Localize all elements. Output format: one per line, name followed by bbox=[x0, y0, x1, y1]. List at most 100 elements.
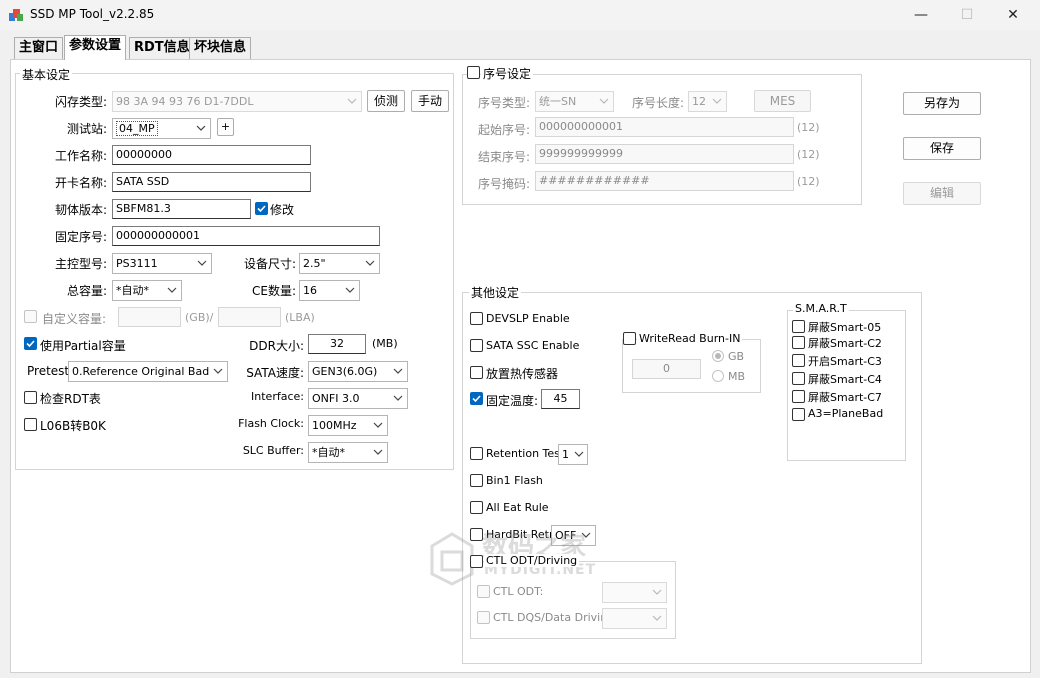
station-label: 测试站: bbox=[66, 122, 107, 136]
chevron-down-icon bbox=[167, 287, 177, 293]
chevron-down-icon bbox=[574, 451, 584, 457]
smart-05-checkbox[interactable] bbox=[792, 320, 805, 333]
thermal-sensor-checkbox[interactable] bbox=[470, 366, 483, 379]
custom-capacity-gb-input[interactable] bbox=[118, 307, 181, 327]
all-eat-rule-checkbox[interactable] bbox=[470, 501, 483, 514]
tab-main[interactable]: 主窗口 bbox=[14, 37, 64, 59]
minimize-button[interactable]: — bbox=[898, 0, 944, 30]
smart-c2-checkbox[interactable] bbox=[792, 336, 805, 349]
devslp-label: DEVSLP Enable bbox=[486, 312, 570, 325]
chevron-down-icon bbox=[712, 98, 722, 104]
writeread-input[interactable]: 0 bbox=[632, 359, 701, 379]
fixed-temp-checkbox[interactable] bbox=[470, 392, 483, 405]
pretest-select[interactable]: 0.Reference Original Bad bbox=[68, 361, 228, 382]
chevron-down-icon bbox=[652, 615, 662, 621]
smart-c7-checkbox[interactable] bbox=[792, 390, 805, 403]
slc-buffer-label: SLC Buffer: bbox=[242, 444, 304, 457]
fixed-temp-input[interactable]: 45 bbox=[541, 389, 580, 409]
save-as-button[interactable]: 另存为 bbox=[903, 92, 981, 115]
ctl-checkbox[interactable] bbox=[470, 555, 483, 568]
close-button[interactable]: ✕ bbox=[990, 0, 1036, 30]
station-select[interactable]: 04_MP bbox=[112, 118, 211, 139]
controller-label: 主控型号: bbox=[54, 257, 107, 271]
fixed-serial-input[interactable]: 000000000001 bbox=[112, 226, 380, 246]
flash-type-select[interactable]: 98 3A 94 93 76 D1-7DDL bbox=[112, 91, 362, 112]
edit-button[interactable]: 编辑 bbox=[903, 182, 981, 205]
serial-mask-input[interactable]: ############ bbox=[535, 171, 794, 191]
retention-checkbox[interactable] bbox=[470, 447, 483, 460]
ce-count-select[interactable]: 16 bbox=[299, 280, 360, 301]
window-title: SSD MP Tool_v2.2.85 bbox=[30, 7, 155, 21]
writeread-mb-radio[interactable] bbox=[712, 370, 724, 382]
capacity-select[interactable]: *自动* bbox=[112, 280, 182, 301]
custom-capacity-checkbox[interactable] bbox=[24, 310, 37, 323]
serial-start-length: (12) bbox=[797, 121, 820, 134]
thermal-sensor-label: 放置热传感器 bbox=[486, 367, 559, 381]
maximize-button[interactable]: ☐ bbox=[944, 0, 990, 30]
interface-select[interactable]: ONFI 3.0 bbox=[308, 388, 408, 409]
serial-type-select[interactable]: 统一SN bbox=[535, 91, 614, 112]
firmware-modify-checkbox[interactable] bbox=[255, 202, 268, 215]
fixed-serial-label: 固定序号: bbox=[54, 230, 107, 244]
devslp-checkbox[interactable] bbox=[470, 312, 483, 325]
firmware-input[interactable]: SBFM81.3 bbox=[112, 199, 251, 219]
ddr-size-unit: (MB) bbox=[372, 337, 398, 350]
ctl-dqs-select[interactable] bbox=[602, 608, 667, 629]
flash-clock-select[interactable]: 100MHz bbox=[308, 415, 388, 436]
chevron-down-icon bbox=[196, 125, 206, 131]
smart-a3-checkbox[interactable] bbox=[792, 408, 805, 421]
add-station-button[interactable]: + bbox=[217, 118, 234, 136]
slc-buffer-select[interactable]: *自动* bbox=[308, 442, 388, 463]
serial-end-input[interactable]: 999999999999 bbox=[535, 144, 794, 164]
bin1-flash-label: Bin1 Flash bbox=[486, 474, 543, 487]
check-icon bbox=[26, 340, 35, 348]
ce-count-label: CE数量: bbox=[251, 284, 296, 298]
smart-c4-checkbox[interactable] bbox=[792, 372, 805, 385]
l06b-checkbox[interactable] bbox=[24, 418, 37, 431]
capacity-label: 总容量: bbox=[66, 284, 107, 298]
detect-button[interactable]: 侦测 bbox=[367, 90, 405, 112]
smart-c4-label: 屏蔽Smart-C4 bbox=[808, 373, 882, 386]
tab-rdt[interactable]: RDT信息 bbox=[129, 37, 195, 59]
serial-length-select[interactable]: 12 bbox=[688, 91, 727, 112]
smart-05-label: 屏蔽Smart-05 bbox=[808, 321, 882, 334]
controller-select[interactable]: PS3111 bbox=[112, 253, 212, 274]
tab-params[interactable]: 参数设置 bbox=[64, 35, 127, 60]
retention-select[interactable]: 1 bbox=[558, 444, 588, 465]
save-button[interactable]: 保存 bbox=[903, 137, 981, 160]
writeread-gb-radio[interactable] bbox=[712, 350, 724, 362]
manual-button[interactable]: 手动 bbox=[411, 90, 449, 112]
use-partial-checkbox[interactable] bbox=[24, 337, 37, 350]
chevron-down-icon bbox=[373, 449, 383, 455]
basic-settings-label: 基本设定 bbox=[20, 66, 73, 83]
writeread-mb-label: MB bbox=[728, 370, 746, 383]
serial-end-label: 结束序号: bbox=[478, 150, 531, 164]
firmware-modify-label: 修改 bbox=[270, 203, 295, 217]
serial-settings-checkbox[interactable] bbox=[467, 66, 480, 79]
writeread-checkbox[interactable] bbox=[623, 332, 636, 345]
ddr-size-input[interactable]: 32 bbox=[308, 334, 366, 354]
check-icon bbox=[257, 205, 266, 213]
sata-speed-select[interactable]: GEN3(6.0G) bbox=[308, 361, 408, 382]
mes-button[interactable]: MES bbox=[754, 90, 811, 112]
chevron-down-icon bbox=[197, 260, 207, 266]
serial-length-label: 序号长度: bbox=[632, 96, 685, 110]
ddr-size-label: DDR大小: bbox=[249, 339, 304, 353]
work-name-input[interactable]: 00000000 bbox=[112, 145, 311, 165]
sata-ssc-checkbox[interactable] bbox=[470, 339, 483, 352]
smart-c7-label: 屏蔽Smart-C7 bbox=[808, 391, 882, 404]
ctl-dqs-checkbox[interactable] bbox=[477, 611, 490, 624]
smart-c3-checkbox[interactable] bbox=[792, 354, 805, 367]
chevron-down-icon bbox=[652, 589, 662, 595]
card-name-input[interactable]: SATA SSD bbox=[112, 172, 311, 192]
bin1-flash-checkbox[interactable] bbox=[470, 474, 483, 487]
custom-capacity-lba-input[interactable] bbox=[218, 307, 281, 327]
custom-capacity-lba-unit: (LBA) bbox=[285, 311, 315, 324]
l06b-label: L06B转B0K bbox=[40, 419, 106, 433]
writeread-label: WriteRead Burn-IN bbox=[637, 332, 743, 345]
device-size-select[interactable]: 2.5" bbox=[299, 253, 380, 274]
custom-capacity-gb-unit: (GB)/ bbox=[185, 311, 214, 324]
check-rdt-checkbox[interactable] bbox=[24, 391, 37, 404]
serial-start-input[interactable]: 000000000001 bbox=[535, 117, 794, 137]
tab-badblock[interactable]: 坏块信息 bbox=[189, 37, 252, 59]
